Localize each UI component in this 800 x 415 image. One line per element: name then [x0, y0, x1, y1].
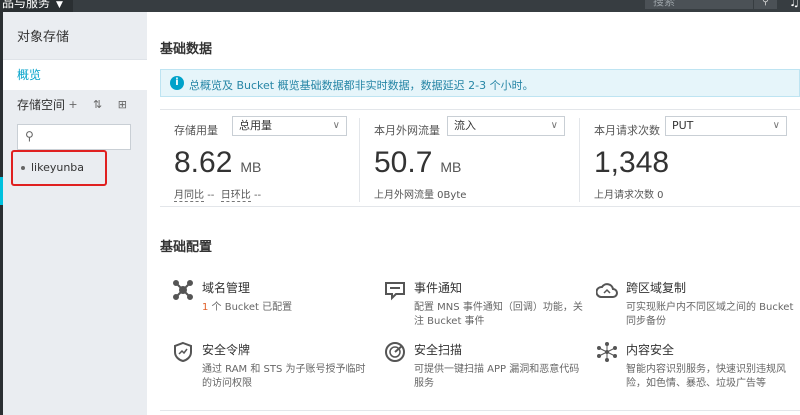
feature-title: 跨区域复制: [626, 281, 687, 295]
feature-title: 事件通知: [414, 281, 463, 295]
select-value: 流入: [454, 119, 476, 132]
stat-value: 50.7 MB: [374, 146, 461, 180]
search-icon: ⚲: [761, 0, 770, 7]
mom-label[interactable]: 月同比: [174, 190, 204, 202]
notice-text: 总概览及 Bucket 概览基础数据都非实时数据，数据延迟 2-3 个小时。: [189, 79, 534, 92]
select-value: PUT: [672, 119, 694, 132]
bucket-list-item[interactable]: likeyunba: [11, 150, 107, 186]
top-navbar: 品与服务 ▼ 搜索 ⚲ ♫: [0, 0, 800, 12]
stat-number: 50.7: [374, 146, 433, 179]
stat-requests: 本月请求次数 PUT ∨ 1,348 上月请求次数 0: [580, 110, 790, 206]
dod-value: --: [253, 190, 262, 201]
feature-desc: 可提供一键扫描 APP 漏洞和恶意代码服务: [414, 364, 580, 389]
search-button[interactable]: ⚲: [753, 0, 777, 9]
requests-select[interactable]: PUT ∨: [665, 116, 787, 136]
stat-unit: MB: [440, 159, 462, 175]
search-icon: ⚲: [25, 129, 34, 143]
feature-title: 安全扫描: [414, 343, 463, 357]
main-content: 基础数据 i 总概览及 Bucket 概览基础数据都非实时数据，数据延迟 2-3…: [147, 12, 800, 415]
chevron-down-icon: ▼: [56, 0, 63, 10]
stat-storage: 存储用量 总用量 ∨ 8.62 MB 月同比 -- 日环比 --: [160, 110, 370, 206]
product-menu[interactable]: 品与服务 ▼: [0, 0, 73, 12]
stat-unit: MB: [240, 159, 262, 175]
content-security-icon: [597, 342, 617, 362]
stat-label: 本月请求次数: [594, 124, 660, 137]
stat-label: 本月外网流量: [374, 124, 440, 137]
stat-value: 8.62 MB: [174, 146, 261, 180]
feature-desc: 通过 RAM 和 STS 为子账号授予临时的访问权限: [202, 364, 366, 389]
bucket-name: likeyunba: [31, 161, 85, 174]
feature-desc: 可实现账户内不同区域之间的 Bucket 同步备份: [626, 302, 794, 327]
bucket-search-input[interactable]: ⚲: [17, 124, 131, 150]
divider: [160, 410, 800, 411]
storage-select[interactable]: 总用量 ∨: [232, 116, 347, 136]
event-icon: [385, 282, 405, 301]
stat-sub: 月同比 -- 日环比 --: [174, 186, 262, 202]
chevron-down-icon: ∨: [550, 120, 558, 131]
feature-desc-text: 个 Bucket 已配置: [208, 302, 293, 313]
sidebar: 对象存储 概览 存储空间 + ⇅ ⊞ ⚲ likeyunba: [3, 12, 147, 415]
storage-space-header: 存储空间 + ⇅ ⊞: [3, 90, 147, 116]
traffic-select[interactable]: 流入 ∨: [447, 116, 565, 136]
dod-label[interactable]: 日环比: [220, 190, 251, 202]
stat-label: 存储用量: [174, 124, 218, 137]
info-notice: i 总概览及 Bucket 概览基础数据都非实时数据，数据延迟 2-3 个小时。: [160, 69, 800, 97]
product-menu-label: 品与服务: [2, 0, 51, 10]
feature-desc: 1 个 Bucket 已配置: [202, 301, 372, 315]
bullet-icon: [21, 166, 25, 170]
sidebar-title: 对象存储: [3, 12, 147, 60]
search-input[interactable]: 搜索: [645, 0, 753, 9]
chevron-down-icon: ∨: [332, 120, 340, 131]
chevron-down-icon: ∨: [772, 120, 780, 131]
feature-title: 安全令牌: [202, 343, 251, 357]
feature-desc: 配置 MNS 事件通知（回调）功能，关注 Bucket 事件: [414, 302, 583, 327]
basic-config-title: 基础配置: [160, 240, 213, 255]
feature-desc: 智能内容识别服务，快速识别违规风险，如色情、暴恐、垃圾广告等: [626, 364, 786, 389]
mom-value: --: [207, 190, 215, 201]
scan-icon: [385, 342, 405, 362]
stat-sub: 上月外网流量 0Byte: [374, 190, 467, 201]
select-value: 总用量: [239, 119, 272, 132]
shield-icon: [174, 341, 192, 363]
feature-title: 域名管理: [202, 281, 251, 295]
domain-icon: [173, 280, 193, 300]
sidebar-item-overview[interactable]: 概览: [3, 60, 147, 90]
storage-space-label: 存储空间: [17, 98, 66, 112]
bucket-tools[interactable]: + ⇅ ⊞: [68, 90, 133, 120]
bell-icon[interactable]: ♫: [789, 0, 800, 10]
stats-panel: 存储用量 总用量 ∨ 8.62 MB 月同比 -- 日环比 -- 本月外网流量 流入…: [160, 109, 800, 207]
stat-sub: 上月请求次数 0: [594, 190, 664, 201]
stat-value: 1,348: [594, 146, 669, 180]
stat-traffic: 本月外网流量 流入 ∨ 50.7 MB 上月外网流量 0Byte: [360, 110, 570, 206]
feature-title: 内容安全: [626, 343, 675, 357]
stat-number: 1,348: [594, 146, 670, 179]
basic-data-title: 基础数据: [160, 42, 213, 57]
info-icon: i: [170, 76, 184, 90]
stat-number: 8.62: [174, 146, 233, 179]
cloud-icon: [596, 283, 618, 298]
